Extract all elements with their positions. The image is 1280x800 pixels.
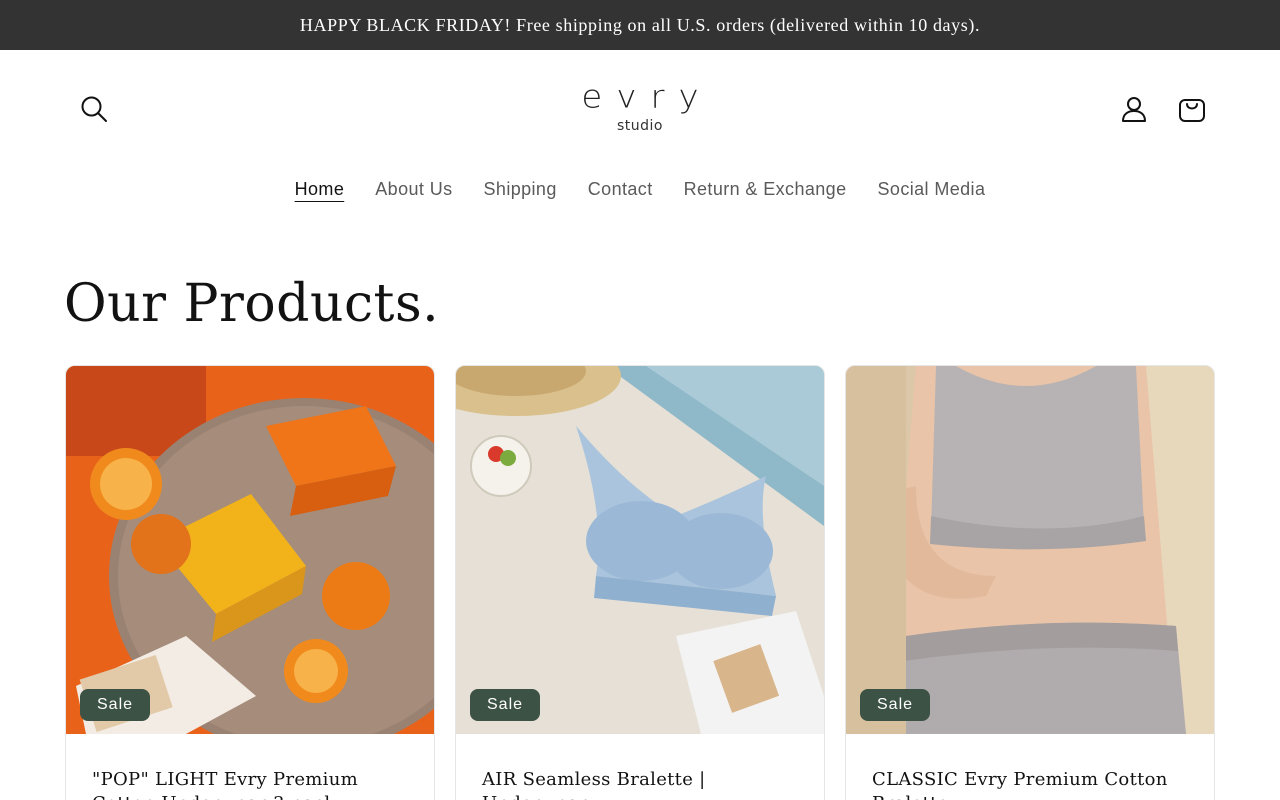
account-button[interactable]: [1112, 87, 1156, 131]
product-title[interactable]: "POP" LIGHT Evry Premium Cotton Underwea…: [92, 768, 412, 800]
logo-wordmark: evry: [581, 78, 713, 116]
product-image[interactable]: [456, 366, 824, 734]
announcement-bar: HAPPY BLACK FRIDAY! Free shipping on all…: [0, 0, 1280, 50]
product-image-art: [456, 366, 824, 734]
nav-item-about-us[interactable]: About Us: [360, 179, 468, 200]
product-image[interactable]: [66, 366, 434, 734]
site-logo[interactable]: evry studio: [560, 78, 720, 142]
nav-item-return-exchange[interactable]: Return & Exchange: [668, 179, 862, 200]
main-nav: Home About Us Shipping Contact Return & …: [0, 174, 1280, 204]
sale-badge: Sale: [470, 689, 541, 721]
product-grid: Sale "POP" LIGHT Evry Premium Cotton Und…: [65, 365, 1215, 800]
search-button[interactable]: [72, 87, 116, 131]
product-image-art: [66, 366, 434, 734]
bag-icon: [1179, 99, 1205, 122]
search-icon: [81, 96, 107, 122]
announcement-text: HAPPY BLACK FRIDAY! Free shipping on all…: [299, 14, 981, 35]
product-image[interactable]: [846, 366, 1214, 734]
product-title[interactable]: CLASSIC Evry Premium Cotton Bralette: [872, 768, 1192, 800]
logo-subtitle: studio: [617, 118, 663, 134]
site-header: evry studio Home About Us Shipping Conta…: [0, 50, 1280, 230]
cart-button[interactable]: [1170, 87, 1214, 131]
product-image-art: [846, 366, 1214, 734]
nav-item-shipping[interactable]: Shipping: [468, 179, 572, 200]
nav-item-social-media[interactable]: Social Media: [862, 179, 1001, 200]
product-card[interactable]: Sale CLASSIC Evry Premium Cotton Bralett…: [845, 365, 1215, 800]
user-icon: [1122, 97, 1146, 122]
sale-badge: Sale: [80, 689, 151, 721]
product-card[interactable]: Sale AIR Seamless Bralette | Underwear: [455, 365, 825, 800]
nav-item-contact[interactable]: Contact: [572, 179, 668, 200]
product-card[interactable]: Sale "POP" LIGHT Evry Premium Cotton Und…: [65, 365, 435, 800]
sale-badge: Sale: [860, 689, 931, 721]
nav-item-home[interactable]: Home: [279, 179, 360, 200]
section-title: Our Products.: [64, 274, 440, 334]
product-title[interactable]: AIR Seamless Bralette | Underwear: [482, 768, 802, 800]
